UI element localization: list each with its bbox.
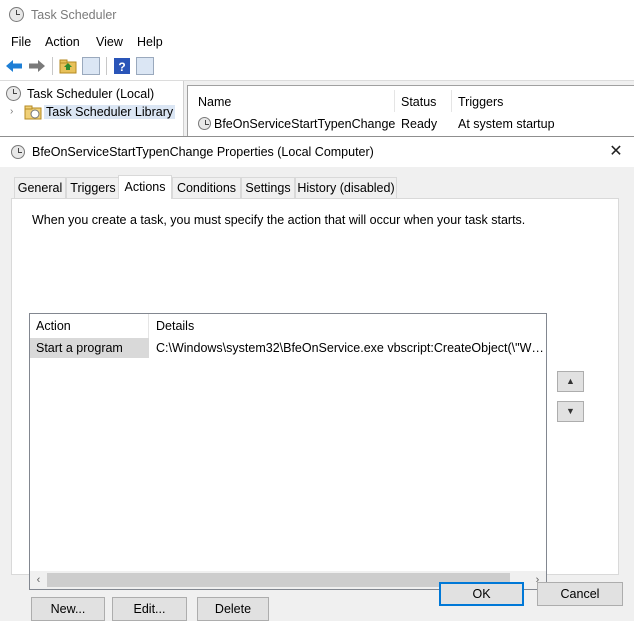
ok-button[interactable]: OK [439,582,524,606]
edit-action-button[interactable]: Edit... [112,597,187,621]
task-name: BfeOnServiceStartTypenChange [214,117,396,131]
column-header-action[interactable]: Action [30,314,149,338]
menu-help[interactable]: Help [137,35,163,49]
column-header-details[interactable]: Details [150,314,546,338]
console-tree-pane: Task Scheduler (Local) › Task Scheduler … [0,81,184,141]
properties-dialog: BfeOnServiceStartTypenChange Properties … [0,136,634,621]
tree-item-local[interactable]: Task Scheduler (Local) [27,87,154,101]
dialog-title-bar: BfeOnServiceStartTypenChange Properties … [0,137,634,167]
dialog-title: BfeOnServiceStartTypenChange Properties … [32,145,374,159]
main-title-bar: Task Scheduler [0,0,634,30]
menu-action[interactable]: Action [45,35,80,49]
tab-settings[interactable]: Settings [241,177,295,198]
new-action-button[interactable]: New... [31,597,105,621]
toolbar-separator [52,57,53,75]
action-details-cell: C:\Windows\system32\BfeOnService.exe vbs… [156,341,546,355]
menu-bar: File Action View Help [0,30,634,52]
cancel-button[interactable]: Cancel [537,582,623,606]
forward-arrow-icon[interactable] [28,57,46,75]
tab-triggers[interactable]: Triggers [66,177,120,198]
task-triggers: At system startup [458,117,555,131]
svg-text:?: ? [118,60,125,74]
task-row[interactable]: BfeOnServiceStartTypenChange Ready At sy… [188,114,634,134]
move-up-button[interactable]: ▲ [557,371,584,392]
actions-intro-text: When you create a task, you must specify… [32,213,526,227]
tree-expand-chevron-icon[interactable]: › [10,106,13,117]
tab-general[interactable]: General [14,177,66,198]
task-status: Ready [401,117,438,131]
scroll-left-icon[interactable]: ‹ [30,571,47,589]
action-row[interactable]: Start a program C:\Windows\system32\BfeO… [30,338,546,358]
tab-history[interactable]: History (disabled) [295,177,397,198]
actions-list[interactable]: Action Details Start a program C:\Window… [29,313,547,590]
toolbar-separator [106,57,107,75]
task-scheduler-clock-icon [9,7,24,22]
help-icon[interactable]: ? [113,57,131,75]
column-divider [451,90,452,112]
column-divider [394,90,395,112]
move-down-button[interactable]: ▼ [557,401,584,422]
show-action-pane-icon[interactable] [136,57,154,75]
main-window-title: Task Scheduler [31,8,117,22]
menu-file[interactable]: File [11,35,31,49]
toolbar: ? [0,52,634,81]
column-header-triggers[interactable]: Triggers [458,95,503,109]
tab-actions[interactable]: Actions [118,175,172,199]
close-icon[interactable]: ✕ [604,140,628,164]
task-clock-icon [198,117,211,130]
library-folder-icon [24,105,42,120]
up-folder-icon[interactable] [59,57,77,75]
back-arrow-icon[interactable] [5,57,23,75]
column-header-name[interactable]: Name [198,95,231,109]
dialog-clock-icon [11,145,25,159]
tab-conditions[interactable]: Conditions [172,177,241,198]
menu-view[interactable]: View [96,35,123,49]
action-type-cell: Start a program [30,338,149,358]
actions-tab-panel: When you create a task, you must specify… [11,198,619,621]
local-scheduler-clock-icon [6,86,21,101]
delete-action-button[interactable]: Delete [197,597,269,621]
column-header-status[interactable]: Status [401,95,436,109]
show-hide-console-tree-icon[interactable] [82,57,100,75]
tree-item-library[interactable]: Task Scheduler Library [44,105,176,119]
